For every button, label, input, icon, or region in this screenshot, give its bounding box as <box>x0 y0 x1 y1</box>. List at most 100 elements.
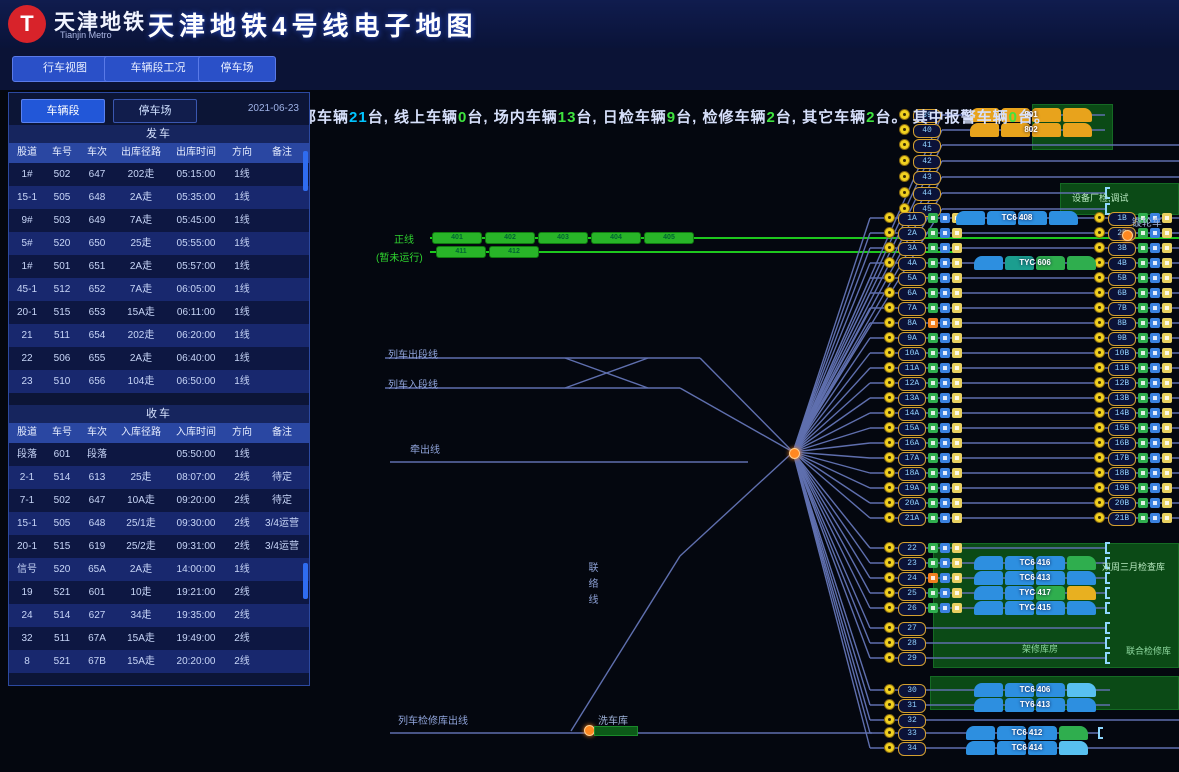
track-number-badge[interactable]: 9B <box>1108 332 1136 346</box>
table-row[interactable]: 3251167A15A走19:49:002线 <box>9 627 309 650</box>
track-number-badge[interactable]: 43 <box>913 171 941 185</box>
track-number-badge[interactable]: 13A <box>898 392 926 406</box>
track-number-badge[interactable]: 25 <box>898 587 926 601</box>
train[interactable]: TC6 414 <box>966 741 1088 755</box>
track-number-badge[interactable]: 17B <box>1108 452 1136 466</box>
track-signal-icon[interactable] <box>899 187 910 198</box>
table-row[interactable]: 21511654202走06:20:001线 <box>9 324 309 347</box>
track-signal-icon[interactable] <box>1094 437 1105 448</box>
track-number-badge[interactable]: 4B <box>1108 257 1136 271</box>
track-number-badge[interactable]: 12B <box>1108 377 1136 391</box>
track-number-badge[interactable]: 22 <box>898 542 926 556</box>
track-signal-icon[interactable] <box>1094 512 1105 523</box>
table-row[interactable]: 5#52065025走05:55:001线 <box>9 232 309 255</box>
track-number-badge[interactable]: 16B <box>1108 437 1136 451</box>
toolbar-button-1[interactable]: 行车视图 <box>12 56 118 82</box>
mainline-train[interactable]: 401 <box>432 232 482 244</box>
track-number-badge[interactable]: 6B <box>1108 287 1136 301</box>
track-signal-icon[interactable] <box>1094 347 1105 358</box>
train[interactable]: TC6 406 <box>974 683 1096 697</box>
track-signal-icon[interactable] <box>884 422 895 433</box>
track-signal-icon[interactable] <box>884 512 895 523</box>
mainline-train[interactable]: 402 <box>485 232 535 244</box>
track-signal-icon[interactable] <box>884 347 895 358</box>
track-signal-icon[interactable] <box>884 302 895 313</box>
train[interactable]: TC6 412 <box>966 726 1088 740</box>
track-number-badge[interactable]: 20A <box>898 497 926 511</box>
track-number-badge[interactable]: 9A <box>898 332 926 346</box>
track-number-badge[interactable]: 16A <box>898 437 926 451</box>
track-number-badge[interactable]: 18A <box>898 467 926 481</box>
track-number-badge[interactable]: 32 <box>898 714 926 728</box>
track-signal-icon[interactable] <box>1094 497 1105 508</box>
train[interactable]: TC6 408 <box>956 211 1078 225</box>
table-row[interactable]: 信号52065A2A走14:00:001线 <box>9 558 309 581</box>
train[interactable]: TYC 606 <box>974 256 1096 270</box>
track-number-badge[interactable]: 10B <box>1108 347 1136 361</box>
track-signal-icon[interactable] <box>884 272 895 283</box>
track-signal-icon[interactable] <box>884 602 895 613</box>
track-number-badge[interactable]: 8A <box>898 317 926 331</box>
track-number-badge[interactable]: 11A <box>898 362 926 376</box>
track-number-badge[interactable]: 1A <box>898 212 926 226</box>
mainline-train[interactable]: 405 <box>644 232 694 244</box>
track-signal-icon[interactable] <box>884 377 895 388</box>
track-signal-icon[interactable] <box>899 171 910 182</box>
track-signal-icon[interactable] <box>884 227 895 238</box>
train[interactable]: TC6 416 <box>974 556 1096 570</box>
table-row[interactable]: 段落601段落05:50:001线 <box>9 443 309 466</box>
track-number-badge[interactable]: 7B <box>1108 302 1136 316</box>
track-number-badge[interactable]: 15B <box>1108 422 1136 436</box>
track-number-badge[interactable]: 28 <box>898 637 926 651</box>
table-row[interactable]: 852167B15A走20:20:002线 <box>9 650 309 673</box>
track-signal-icon[interactable] <box>884 212 895 223</box>
track-signal-icon[interactable] <box>884 407 895 418</box>
track-signal-icon[interactable] <box>884 557 895 568</box>
track-number-badge[interactable]: 44 <box>913 187 941 201</box>
track-signal-icon[interactable] <box>884 587 895 598</box>
track-number-badge[interactable]: 14A <box>898 407 926 421</box>
track-number-badge[interactable]: 11B <box>1108 362 1136 376</box>
track-signal-icon[interactable] <box>1094 377 1105 388</box>
track-signal-icon[interactable] <box>1094 332 1105 343</box>
track-number-badge[interactable]: 21A <box>898 512 926 526</box>
track-number-badge[interactable]: 17A <box>898 452 926 466</box>
table-row[interactable]: 45-15126527A走06:05:001线 <box>9 278 309 301</box>
track-signal-icon[interactable] <box>1094 452 1105 463</box>
track-number-badge[interactable]: 19B <box>1108 482 1136 496</box>
track-number-badge[interactable]: 6A <box>898 287 926 301</box>
table-row[interactable]: 7-150264710A走09:20:002线待定 <box>9 489 309 512</box>
mainline-train[interactable]: 412 <box>489 246 539 258</box>
track-signal-icon[interactable] <box>884 699 895 710</box>
toolbar-button-3[interactable]: 停车场 <box>198 56 276 82</box>
track-signal-icon[interactable] <box>884 392 895 403</box>
mainline-train[interactable]: 404 <box>591 232 641 244</box>
train[interactable]: TYC 417 <box>974 586 1096 600</box>
track-signal-icon[interactable] <box>1094 212 1105 223</box>
track-number-badge[interactable]: 2A <box>898 227 926 241</box>
track-number-badge[interactable]: 21B <box>1108 512 1136 526</box>
table-row[interactable]: 9#5036497A走05:45:001线 <box>9 209 309 232</box>
panel-tab-2[interactable]: 停车场 <box>113 99 197 123</box>
track-signal-icon[interactable] <box>884 362 895 373</box>
track-signal-icon[interactable] <box>884 467 895 478</box>
mainline-train[interactable]: 403 <box>538 232 588 244</box>
table-scrollbar[interactable] <box>303 151 308 191</box>
train[interactable]: TC6 413 <box>974 571 1096 585</box>
toolbar-button-2[interactable]: 车辆段工况 <box>104 56 212 82</box>
track-signal-icon[interactable] <box>1094 227 1105 238</box>
table-row[interactable]: 15-15056482A走05:35:001线 <box>9 186 309 209</box>
track-number-badge[interactable]: 23 <box>898 557 926 571</box>
track-signal-icon[interactable] <box>884 497 895 508</box>
track-signal-icon[interactable] <box>884 572 895 583</box>
track-signal-icon[interactable] <box>884 242 895 253</box>
track-number-badge[interactable]: 27 <box>898 622 926 636</box>
track-number-badge[interactable]: 5A <box>898 272 926 286</box>
track-signal-icon[interactable] <box>884 437 895 448</box>
table-row[interactable]: 23510656104走06:50:001线 <box>9 370 309 393</box>
table-scrollbar[interactable] <box>303 563 308 599</box>
track-number-badge[interactable]: 31 <box>898 699 926 713</box>
track-number-badge[interactable]: 10A <box>898 347 926 361</box>
track-signal-icon[interactable] <box>1094 287 1105 298</box>
track-number-badge[interactable]: 7A <box>898 302 926 316</box>
